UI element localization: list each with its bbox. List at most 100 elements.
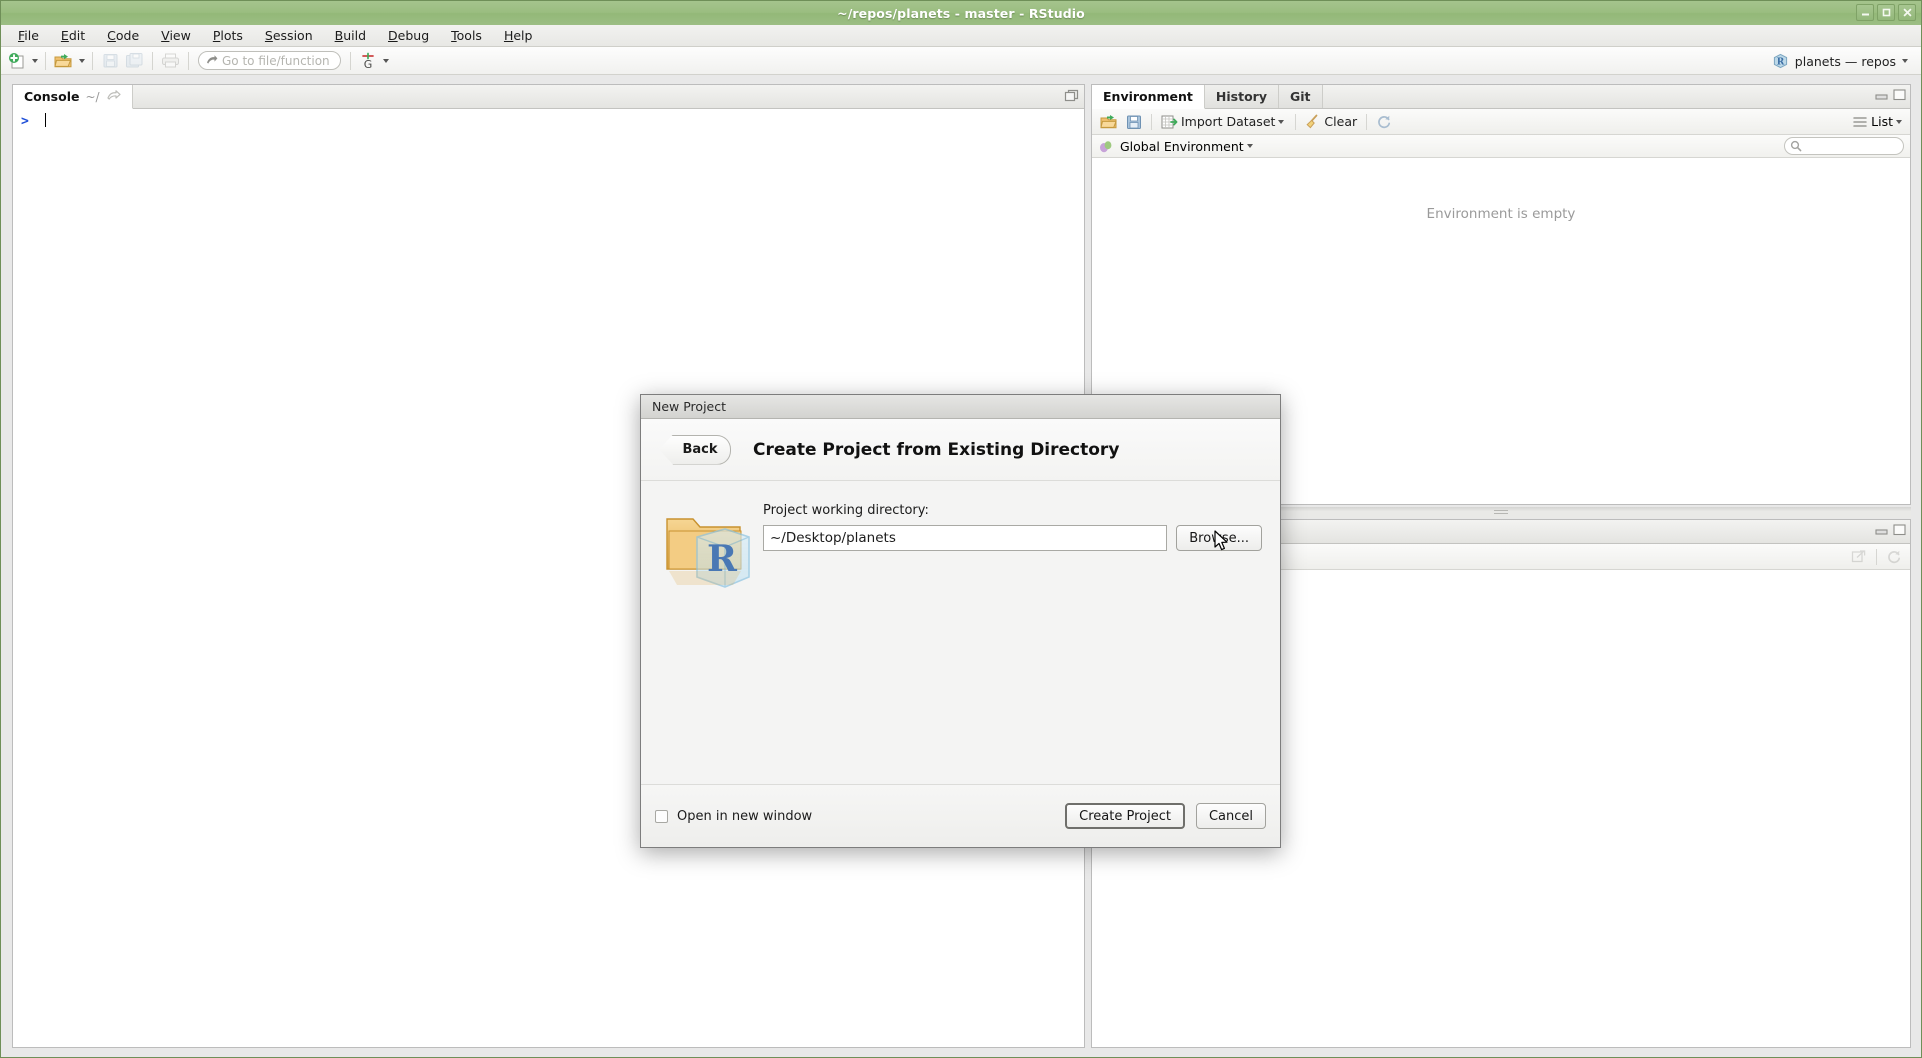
- tab-history-label: History: [1216, 89, 1267, 104]
- new-file-icon: [8, 52, 26, 70]
- console-tabbar: Console ~/: [13, 85, 1084, 109]
- console-open-dir-icon[interactable]: [107, 89, 121, 104]
- environment-tabbar: Environment History Git: [1092, 85, 1910, 109]
- console-path-label: ~/: [85, 90, 99, 104]
- menu-session[interactable]: Session: [254, 26, 324, 46]
- menu-view[interactable]: View: [150, 26, 202, 46]
- global-environment-icon: [1098, 139, 1114, 154]
- clear-workspace-button[interactable]: Clear: [1301, 111, 1361, 132]
- viewer-popout-button: [1847, 546, 1871, 567]
- environment-maximize-button[interactable]: [1893, 89, 1906, 101]
- save-all-button: [123, 50, 146, 72]
- viewer-toolbar-divider: [1876, 549, 1877, 565]
- tab-environment[interactable]: Environment: [1092, 85, 1205, 109]
- addins-button[interactable]: G: [357, 50, 379, 72]
- maximize-button[interactable]: [1877, 4, 1895, 21]
- viewer-refresh-button: [1882, 546, 1906, 567]
- menu-code[interactable]: Code: [96, 26, 150, 46]
- open-new-window-checkbox[interactable]: [655, 810, 668, 823]
- close-button[interactable]: [1898, 4, 1916, 21]
- project-directory-label: Project working directory:: [763, 503, 1262, 518]
- environment-toolbar-divider-3: [1366, 114, 1367, 130]
- global-environment-caret-icon[interactable]: [1247, 144, 1253, 148]
- import-dataset-button[interactable]: Import Dataset: [1157, 111, 1290, 132]
- new-file-button[interactable]: [6, 50, 28, 72]
- console-pane-controls: [1064, 89, 1080, 103]
- tab-history[interactable]: History: [1205, 85, 1279, 108]
- menu-plots[interactable]: Plots: [202, 26, 254, 46]
- console-prompt: >: [21, 114, 29, 129]
- cancel-button[interactable]: Cancel: [1196, 803, 1266, 829]
- print-icon: [161, 52, 180, 69]
- environment-view-mode-label: List: [1871, 114, 1893, 129]
- refresh-environment-button[interactable]: [1372, 111, 1396, 132]
- dialog-body: R Project working directory: Browse...: [641, 481, 1280, 784]
- menu-tools[interactable]: Tools: [440, 26, 493, 46]
- load-workspace-button[interactable]: [1096, 111, 1122, 132]
- environment-search-input[interactable]: [1784, 137, 1904, 155]
- rstudio-window: ~/repos/planets - master - RStudio FileE…: [0, 0, 1922, 1058]
- back-button[interactable]: Back: [659, 435, 731, 465]
- dialog-title: New Project: [652, 399, 726, 414]
- viewer-maximize-button[interactable]: [1893, 524, 1906, 536]
- save-workspace-button[interactable]: [1122, 111, 1146, 132]
- browse-button[interactable]: Browse...: [1176, 525, 1262, 551]
- toolbar-divider: [45, 52, 46, 70]
- environment-minimize-button[interactable]: [1875, 89, 1888, 101]
- create-project-button[interactable]: Create Project: [1065, 803, 1185, 829]
- open-new-window-row[interactable]: Open in new window: [655, 809, 1065, 824]
- toolbar-divider-5: [350, 52, 351, 70]
- list-icon: [1853, 116, 1867, 128]
- menu-build[interactable]: Build: [324, 26, 377, 46]
- import-dataset-caret-icon[interactable]: [1278, 120, 1284, 124]
- new-file-caret-icon[interactable]: [32, 59, 38, 63]
- project-directory-input[interactable]: [763, 525, 1167, 551]
- project-caret-icon[interactable]: [1902, 59, 1908, 63]
- project-indicator[interactable]: R planets — repos: [1767, 50, 1915, 72]
- tab-console-label: Console: [24, 89, 79, 104]
- addins-caret-icon[interactable]: [383, 59, 389, 63]
- toolbar-divider-3: [152, 52, 153, 70]
- viewer-minimize-button[interactable]: [1875, 524, 1888, 536]
- environment-view-mode-button[interactable]: List: [1853, 114, 1904, 129]
- global-environment-label: Global Environment: [1120, 139, 1244, 154]
- refresh-icon: [1376, 114, 1392, 130]
- menu-help[interactable]: Help: [493, 26, 544, 46]
- clear-workspace-label: Clear: [1324, 114, 1357, 129]
- console-maximize-button[interactable]: [1064, 89, 1080, 103]
- save-button: [99, 50, 121, 72]
- environment-toolbar-divider-2: [1295, 114, 1296, 130]
- save-icon: [102, 52, 119, 69]
- tab-console[interactable]: Console ~/: [13, 85, 133, 109]
- dialog-header: Back Create Project from Existing Direct…: [641, 419, 1280, 481]
- dialog-footer: Open in new window Create Project Cancel: [641, 784, 1280, 847]
- dialog-action-buttons: Create Project Cancel: [1065, 803, 1266, 829]
- menu-file[interactable]: File: [7, 26, 50, 46]
- tab-environment-label: Environment: [1103, 89, 1193, 104]
- window-titlebar: ~/repos/planets - master - RStudio: [1, 1, 1921, 25]
- minimize-button[interactable]: [1856, 4, 1874, 21]
- menu-debug[interactable]: Debug: [377, 26, 440, 46]
- open-file-button[interactable]: [52, 50, 75, 72]
- open-folder-icon: [54, 52, 73, 70]
- folder-r-project-icon: R: [659, 501, 763, 784]
- dialog-heading: Create Project from Existing Directory: [753, 440, 1119, 460]
- environment-empty-message: Environment is empty: [1427, 206, 1576, 222]
- menu-edit[interactable]: Edit: [50, 26, 96, 46]
- save-icon: [1126, 114, 1142, 130]
- toolbar-divider-4: [188, 52, 189, 70]
- tab-git[interactable]: Git: [1279, 85, 1323, 108]
- environment-pane-controls: [1875, 89, 1906, 101]
- splitter-grip: [1494, 510, 1508, 515]
- window-title: ~/repos/planets - master - RStudio: [837, 6, 1085, 21]
- goto-arrow-icon: [204, 54, 218, 67]
- goto-file-function-input[interactable]: Go to file/function: [198, 51, 341, 70]
- save-all-icon: [125, 52, 144, 69]
- svg-text:R: R: [1777, 57, 1785, 67]
- environment-view-mode-caret-icon[interactable]: [1896, 120, 1902, 124]
- environment-scope-bar: Global Environment: [1092, 135, 1910, 158]
- console-cursor: [45, 113, 46, 127]
- r-project-icon: R: [1772, 53, 1789, 69]
- toolbar-divider-2: [92, 52, 93, 70]
- open-file-caret-icon[interactable]: [79, 59, 85, 63]
